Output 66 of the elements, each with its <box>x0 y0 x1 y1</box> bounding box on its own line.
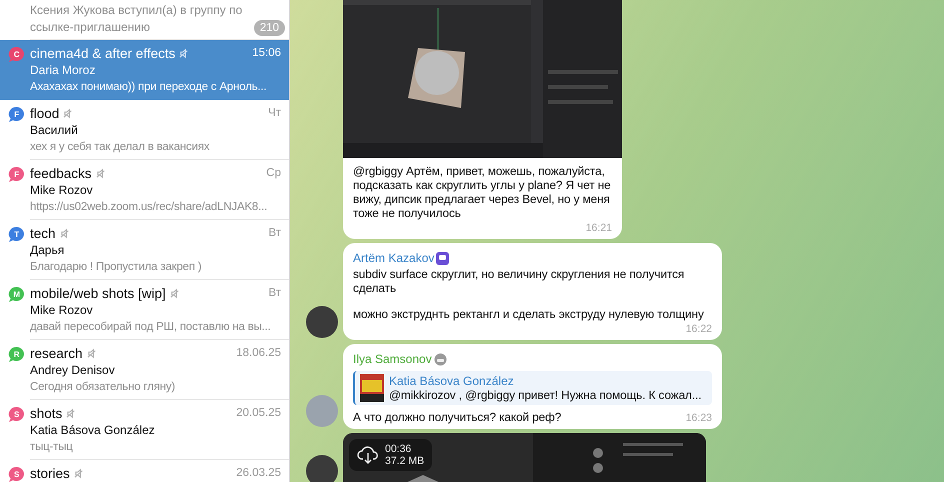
chat-sender: Василий <box>30 122 79 139</box>
chat-title: feedbacks <box>30 166 92 180</box>
chat-sender: Andrey Denisov <box>30 362 116 379</box>
chat-list-item[interactable]: R research 18.06.25 Andrey Denisov Сегодня обязательно гляну) <box>0 340 289 400</box>
message-text: А что должно получиться? какой реф? <box>353 410 562 424</box>
chat-sender: Daria Moroz <box>30 62 96 79</box>
chat-time: Вт <box>268 227 281 239</box>
chat-preview: тыц-тыц <box>30 440 74 455</box>
chat-time: 26.03.25 <box>236 467 281 479</box>
chat-title: mobile/web shots [wip] <box>30 286 166 300</box>
chat-avatar-icon: M <box>8 286 25 303</box>
chat-avatar-icon: F <box>8 166 25 183</box>
chat-sender: Mike Rozov <box>30 182 94 199</box>
chat-preview: Ксения Жукова вступил(а) в группу по ссылке-приглашению <box>30 2 244 36</box>
message-time: 16:23 <box>686 412 712 424</box>
chat-time: 15:06 <box>252 47 281 59</box>
video-duration: 00:36 <box>385 443 412 455</box>
message-time: 16:21 <box>584 222 612 234</box>
unread-badge: 210 <box>254 20 285 36</box>
chat-time: Чт <box>268 107 281 119</box>
chat-avatar-icon: F <box>8 106 25 123</box>
chat-list-item[interactable]: F flood Чт Василий хех я у себя так делал в вакансиях <box>0 100 289 160</box>
chat-avatar-icon: R <box>8 346 25 363</box>
chat-avatar-icon: S <box>8 466 25 482</box>
reply-quote[interactable]: Katia Básova González @mikkirozov , @rgbiggy привет! Нужна помощь. К сожал... <box>353 371 712 405</box>
chat-list-item[interactable]: S shots 20.05.25 Katia Básova González тыц-тыц <box>0 400 289 460</box>
chat-preview: давай пересобирай под РШ, поставлю на вы... <box>30 320 272 335</box>
message-time: 16:22 <box>684 323 712 335</box>
chat-preview: https://us02web.zoom.us/rec/share/adLNJAK8... <box>30 200 268 215</box>
chat-title: shots <box>30 406 62 420</box>
quote-text: @mikkirozov , @rgbiggy привет! Нужна помощь. К сожал... <box>389 388 702 402</box>
chat-sender: Katia Básova González <box>30 422 156 439</box>
user-avatar[interactable] <box>306 455 338 482</box>
message-text: можно экструднть ректангл и сделать экструду нулевую толщину <box>353 307 705 321</box>
chat-title: stories <box>30 466 70 480</box>
chat-avatar-icon: S <box>8 406 25 423</box>
chat-preview: Благодарю ! Пропустила закреп ) <box>30 260 203 275</box>
chat-title: flood <box>30 106 60 120</box>
badge-icon <box>436 252 450 264</box>
chat-preview: хех я у себя так делал в вакансиях <box>30 140 210 155</box>
chat-title: research <box>30 346 83 360</box>
chat-avatar-icon: T <box>8 226 25 243</box>
quote-author: Katia Básova González <box>389 374 515 388</box>
chat-list-item[interactable]: M mobile/web shots [wip] Вт Mike Rozov давай пересобирай под РШ, поставлю на вы... <box>0 280 289 340</box>
chat-preview: Ахахахах понимаю)) при переходе с Арноль... <box>30 80 268 95</box>
chat-time: 20.05.25 <box>236 407 281 419</box>
video-message[interactable]: 00:36 37.2 MB <box>343 433 706 482</box>
chat-time: 18.06.25 <box>236 347 281 359</box>
download-icon[interactable] <box>357 445 379 465</box>
chat-avatar-icon: C <box>8 46 25 63</box>
message-text: @rgbiggy Артём, привет, можешь, пожалуйста, подсказать как скруглить углы у plane? Я чет не вижу, дипсик предлагает через Bevel, но у меня тоже не получилось <box>353 164 612 220</box>
chat-time: Вт <box>268 287 281 299</box>
chat-time: Ср <box>266 167 281 179</box>
emoji-icon <box>434 352 447 366</box>
chat-list-item[interactable]: C cinema4d & after effects 15:06 Daria Moroz Ахахахах понимаю)) при переходе с Арноль... <box>0 40 289 100</box>
video-size: 37.2 MB <box>385 455 424 467</box>
chat-preview: Сегодня обязательно гляну) <box>30 380 176 395</box>
chat-list-item[interactable]: T tech Вт Дарья Благодарю ! Пропустила закреп ) <box>0 220 289 280</box>
sender-name[interactable]: Artëm Kazakov <box>353 251 434 265</box>
chat-sender: Дарья <box>30 242 66 259</box>
message-text: subdiv surface скруглит, но величину скругления не получится сделать <box>353 267 686 295</box>
chat-sender: Mike Rozov <box>30 302 94 319</box>
chat-list-item[interactable]: F feedbacks Ср Mike Rozov https://us02web.zoom.us/rec/share/adLNJAK8... <box>0 160 289 220</box>
chat-title: cinema4d & after effects <box>30 46 176 60</box>
chat-title: tech <box>30 226 56 240</box>
user-avatar[interactable] <box>306 306 338 338</box>
